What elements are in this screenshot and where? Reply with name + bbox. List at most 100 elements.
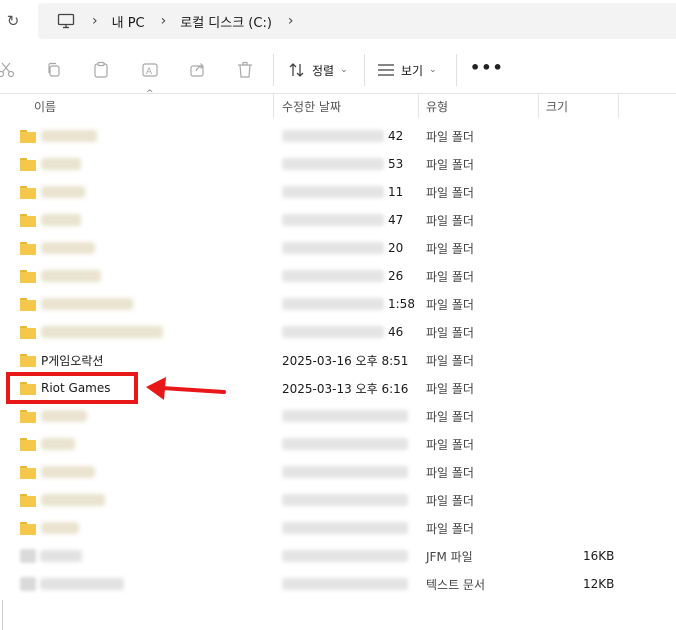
- list-item[interactable]: 11 파일 폴더: [0, 178, 620, 206]
- redacted-name: [41, 242, 95, 254]
- column-header-size[interactable]: 크기: [546, 94, 568, 118]
- column-header-type[interactable]: 유형: [426, 94, 448, 118]
- folder-icon: [20, 521, 36, 535]
- redacted-date: [282, 242, 384, 254]
- redacted-date: [282, 410, 408, 422]
- redacted-date: [282, 578, 408, 590]
- redacted-date: [282, 298, 384, 310]
- file-type: 파일 폴더: [426, 325, 474, 340]
- view-label: 보기: [401, 63, 424, 78]
- breadcrumb-this-pc[interactable]: 내 PC: [112, 12, 145, 31]
- modified-date: 2025-03-16 오후 8:51: [282, 353, 409, 368]
- chevron-down-icon: ⌄: [340, 65, 348, 75]
- column-divider[interactable]: [273, 94, 274, 118]
- column-divider[interactable]: [538, 94, 539, 118]
- breadcrumb-local-disk[interactable]: 로컬 디스크 (C:): [180, 12, 272, 31]
- view-icon: [378, 64, 394, 76]
- red-arrow-icon: [146, 377, 226, 400]
- column-divider[interactable]: [618, 94, 619, 118]
- file-type: 파일 폴더: [426, 437, 474, 452]
- date-fragment: 46: [388, 325, 404, 339]
- list-item[interactable]: P게임오락션 2025-03-16 오후 8:51 파일 폴더: [0, 346, 620, 374]
- sort-button[interactable]: 정렬 ⌄: [288, 58, 348, 82]
- list-item[interactable]: 파일 폴더: [0, 430, 620, 458]
- list-item[interactable]: 파일 폴더: [0, 514, 620, 542]
- delete-icon[interactable]: [233, 58, 257, 82]
- date-fragment: 1:58: [388, 297, 415, 311]
- date-fragment: 47: [388, 213, 404, 227]
- redacted-date: [282, 466, 408, 478]
- rename-icon[interactable]: A: [138, 58, 162, 82]
- svg-text:A: A: [146, 66, 152, 76]
- cut-icon[interactable]: [0, 58, 18, 82]
- chevron-right-icon[interactable]: ›: [92, 13, 98, 29]
- redacted-name: [41, 466, 95, 478]
- computer-icon: [56, 13, 76, 29]
- folder-icon: [20, 297, 36, 311]
- toolbar-divider: [456, 54, 457, 86]
- folder-icon: [20, 409, 36, 423]
- list-item[interactable]: 42 파일 폴더: [0, 122, 620, 150]
- chevron-right-icon[interactable]: ›: [161, 13, 167, 29]
- scroll-edge: [2, 600, 3, 630]
- list-item[interactable]: 26 파일 폴더: [0, 262, 620, 290]
- share-icon[interactable]: [186, 58, 210, 82]
- redacted-date: [282, 326, 384, 338]
- list-item[interactable]: 53 파일 폴더: [0, 150, 620, 178]
- more-options-icon[interactable]: •••: [470, 58, 504, 82]
- address-bar[interactable]: › 내 PC › 로컬 디스크 (C:) ›: [38, 3, 676, 39]
- list-item[interactable]: 파일 폴더: [0, 458, 620, 486]
- folder-icon: [20, 157, 36, 171]
- refresh-icon[interactable]: ↻: [0, 6, 26, 36]
- paste-icon[interactable]: [89, 58, 113, 82]
- list-item[interactable]: 20 파일 폴더: [0, 234, 620, 262]
- list-item[interactable]: 텍스트 문서 12KB: [0, 570, 620, 598]
- redacted-date: [282, 438, 408, 450]
- sort-icon: [289, 63, 304, 77]
- list-item[interactable]: 47 파일 폴더: [0, 206, 620, 234]
- folder-icon: [20, 185, 36, 199]
- file-type: 파일 폴더: [426, 381, 474, 396]
- redacted-name: [41, 298, 133, 310]
- view-button[interactable]: 보기 ⌄: [377, 58, 437, 82]
- file-type: 파일 폴더: [426, 297, 474, 312]
- folder-icon: [20, 213, 36, 227]
- list-item[interactable]: JFM 파일 16KB: [0, 542, 620, 570]
- folder-icon: [20, 353, 36, 367]
- column-header-date[interactable]: 수정한 날짜: [282, 94, 341, 118]
- sort-ascending-icon: ^: [146, 89, 154, 99]
- chevron-down-icon: ⌄: [429, 65, 437, 75]
- date-fragment: 53: [388, 157, 404, 171]
- list-item[interactable]: 1:58 파일 폴더: [0, 290, 620, 318]
- redacted-date: [282, 270, 384, 282]
- date-fragment: 20: [388, 241, 404, 255]
- redacted-name: [40, 550, 82, 562]
- redacted-date: [282, 186, 384, 198]
- file-type: 파일 폴더: [426, 521, 474, 536]
- file-type: 파일 폴더: [426, 269, 474, 284]
- file-type: 파일 폴더: [426, 409, 474, 424]
- address-bar-area: ↻ › 내 PC › 로컬 디스크 (C:) ›: [0, 0, 676, 42]
- list-item[interactable]: 46 파일 폴더: [0, 318, 620, 346]
- chevron-right-icon[interactable]: ›: [288, 13, 294, 29]
- redacted-date: [282, 214, 384, 226]
- file-size: 12KB: [583, 577, 615, 591]
- copy-icon[interactable]: [42, 58, 66, 82]
- toolbar-divider: [273, 54, 274, 86]
- folder-icon: [20, 493, 36, 507]
- folder-icon: [20, 465, 36, 479]
- file-type: 파일 폴더: [426, 241, 474, 256]
- redacted-date: [282, 494, 408, 506]
- list-item[interactable]: 파일 폴더: [0, 486, 620, 514]
- column-divider[interactable]: [418, 94, 419, 118]
- file-icon: [20, 577, 36, 591]
- redacted-date: [282, 158, 384, 170]
- redacted-name: [41, 130, 97, 142]
- column-header-name[interactable]: 이름: [34, 94, 56, 118]
- folder-icon: [20, 241, 36, 255]
- file-type: 파일 폴더: [426, 213, 474, 228]
- file-type: 텍스트 문서: [426, 577, 486, 592]
- file-type: 파일 폴더: [426, 353, 474, 368]
- list-item[interactable]: 파일 폴더: [0, 402, 620, 430]
- file-type: JFM 파일: [426, 549, 473, 564]
